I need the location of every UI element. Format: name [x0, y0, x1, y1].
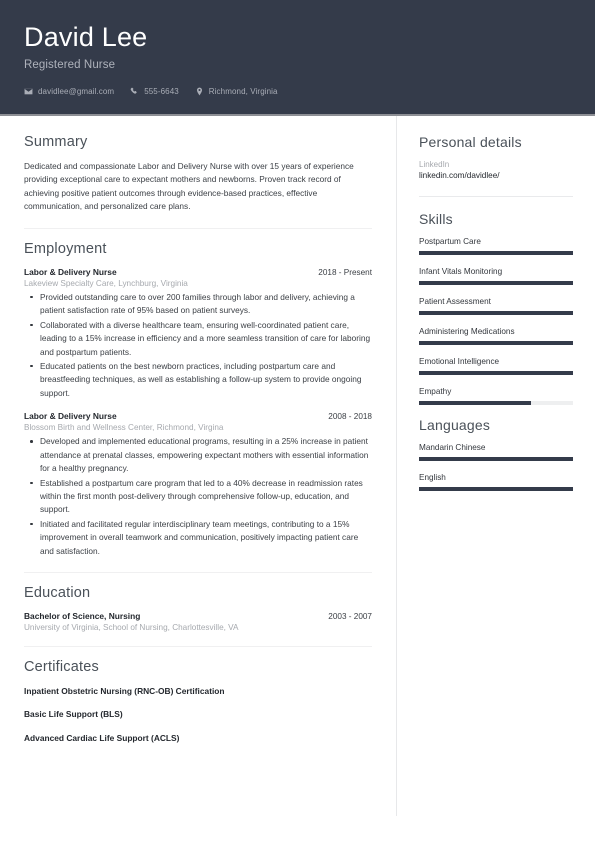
employment-entry: Labor & Delivery Nurse 2018 - Present La…: [24, 267, 372, 401]
skill-item: Empathy: [419, 387, 573, 406]
job-organization: Blossom Birth and Wellness Center, Richm…: [24, 423, 224, 433]
language-name: English: [419, 473, 446, 483]
job-date: 2008 - 2018: [328, 412, 372, 422]
skill-name: Administering Medications: [419, 327, 515, 337]
detail-field-linkedin: LinkedIn linkedin.com/davidlee/: [419, 160, 573, 180]
skill-name: Empathy: [419, 387, 452, 397]
skill-bar-fill: [419, 311, 573, 316]
skills-heading: Skills: [419, 211, 453, 228]
skill-name: Emotional Intelligence: [419, 357, 500, 367]
section-employment: Employment Labor & Delivery Nurse 2018 -…: [24, 241, 372, 558]
section-summary: Summary Dedicated and compassionate Labo…: [24, 134, 372, 214]
section-skills: Skills Postpartum Care Infant Vitals Mon…: [419, 211, 573, 406]
skill-name: Postpartum Care: [419, 237, 481, 247]
contact-location-text: Richmond, Virginia: [208, 87, 278, 97]
job-title: Labor & Delivery Nurse: [24, 411, 117, 422]
education-heading: Education: [24, 585, 91, 602]
entry-header: Labor & Delivery Nurse 2018 - Present: [24, 267, 372, 277]
degree-date: 2003 - 2007: [328, 612, 372, 622]
section-certificates: Certificates Inpatient Obstetric Nursing…: [24, 659, 372, 744]
job-bullets: Provided outstanding care to over 200 fa…: [24, 291, 372, 401]
language-name: Mandarin Chinese: [419, 443, 486, 453]
skill-bar-track: [419, 251, 573, 256]
skill-bar-track: [419, 311, 573, 316]
summary-text: Dedicated and compassionate Labor and De…: [24, 161, 354, 212]
main-column: Summary Dedicated and compassionate Labo…: [0, 116, 396, 755]
education-entry: Bachelor of Science, Nursing 2003 - 2007…: [24, 611, 372, 632]
employment-entry: Labor & Delivery Nurse 2008 - 2018 Bloss…: [24, 411, 372, 558]
divider: [24, 227, 372, 229]
list-item: Collaborated with a diverse healthcare t…: [30, 319, 372, 359]
skill-name: Patient Assessment: [419, 297, 491, 307]
certificate-item: Basic Life Support (BLS): [24, 709, 123, 720]
list-item: Initiated and facilitated regular interd…: [30, 518, 372, 558]
language-bar-fill: [419, 487, 573, 492]
envelope-icon: [24, 87, 33, 96]
skill-item: Patient Assessment: [419, 297, 573, 316]
degree-title: Bachelor of Science, Nursing: [24, 611, 141, 622]
job-date: 2018 - Present: [318, 267, 372, 277]
section-personal-details: Personal details LinkedIn linkedin.com/d…: [419, 134, 573, 180]
contact-row: davidlee@gmail.com 555-6643 Richmond, Vi…: [24, 87, 571, 96]
skill-bar-track: [419, 281, 573, 286]
certificates-heading: Certificates: [24, 659, 99, 676]
sidebar-column: Personal details LinkedIn linkedin.com/d…: [396, 116, 595, 817]
employment-heading: Employment: [24, 240, 107, 257]
divider: [24, 646, 372, 648]
job-title: Labor & Delivery Nurse: [24, 266, 117, 277]
skill-name: Infant Vitals Monitoring: [419, 267, 503, 277]
language-item: Mandarin Chinese: [419, 443, 573, 462]
resume-page: David Lee Registered Nurse davidlee@gmai…: [0, 0, 595, 841]
entry-header: Bachelor of Science, Nursing 2003 - 2007: [24, 611, 372, 621]
languages-heading: Languages: [419, 417, 491, 434]
contact-location[interactable]: Richmond, Virginia: [195, 87, 278, 96]
school-name: University of Virginia, School of Nursin…: [24, 623, 239, 633]
personal-details-heading: Personal details: [419, 134, 522, 151]
skill-item: Administering Medications: [419, 327, 573, 346]
skill-bar-fill: [419, 401, 532, 406]
skill-bar-fill: [419, 341, 573, 346]
contact-phone-text: 555-6643: [144, 87, 179, 97]
summary-heading: Summary: [24, 134, 88, 151]
candidate-name: David Lee: [24, 22, 148, 52]
list-item: Established a postpartum care program th…: [30, 477, 372, 517]
divider: [24, 572, 372, 574]
language-bar-track: [419, 457, 573, 462]
contact-email-text: davidlee@gmail.com: [38, 87, 115, 97]
skill-bar-track: [419, 401, 573, 406]
list-item: Developed and implemented educational pr…: [30, 435, 372, 475]
skill-bar-fill: [419, 281, 573, 286]
skill-item: Emotional Intelligence: [419, 357, 573, 376]
language-bar-track: [419, 487, 573, 492]
candidate-job-title: Registered Nurse: [24, 59, 116, 72]
detail-value[interactable]: linkedin.com/davidlee/: [419, 171, 573, 180]
list-item: Provided outstanding care to over 200 fa…: [30, 291, 372, 318]
job-organization: Lakeview Specialty Care, Lynchburg, Virg…: [24, 278, 188, 288]
divider: [419, 196, 573, 198]
skill-bar-track: [419, 341, 573, 346]
section-languages: Languages Mandarin Chinese English: [419, 417, 573, 492]
list-item: Educated patients on the best newborn pr…: [30, 360, 372, 400]
language-item: English: [419, 473, 573, 492]
resume-header: David Lee Registered Nurse davidlee@gmai…: [0, 0, 595, 117]
language-bar-fill: [419, 457, 573, 462]
entry-header: Labor & Delivery Nurse 2008 - 2018: [24, 411, 372, 421]
contact-email[interactable]: davidlee@gmail.com: [24, 87, 114, 96]
certificate-item: Advanced Cardiac Life Support (ACLS): [24, 732, 180, 743]
detail-label: LinkedIn: [419, 160, 450, 170]
skill-item: Infant Vitals Monitoring: [419, 267, 573, 286]
contact-phone[interactable]: 555-6643: [130, 87, 179, 96]
section-education: Education Bachelor of Science, Nursing 2…: [24, 585, 372, 632]
resume-body: Summary Dedicated and compassionate Labo…: [0, 116, 595, 817]
skill-bar-fill: [419, 371, 573, 376]
certificate-item: Inpatient Obstetric Nursing (RNC-OB) Cer…: [24, 686, 225, 697]
job-bullets: Developed and implemented educational pr…: [24, 435, 372, 558]
skill-item: Postpartum Care: [419, 237, 573, 256]
location-pin-icon: [195, 87, 204, 96]
skill-bar-fill: [419, 251, 573, 256]
skill-bar-track: [419, 371, 573, 376]
phone-icon: [130, 87, 139, 96]
